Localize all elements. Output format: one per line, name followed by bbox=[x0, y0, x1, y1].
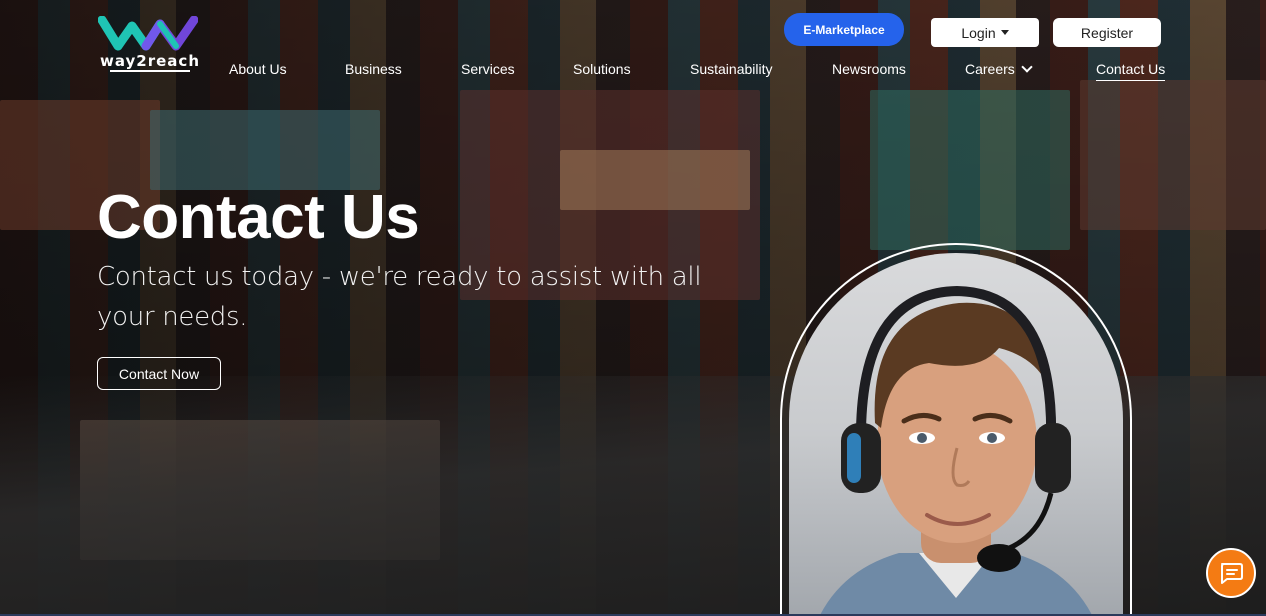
nav-item-services[interactable]: Services bbox=[461, 60, 515, 78]
nav-item-careers[interactable]: Careers bbox=[965, 60, 1033, 78]
chat-widget-button[interactable] bbox=[1206, 548, 1256, 598]
logo-underline bbox=[110, 70, 190, 72]
support-agent-photo bbox=[789, 253, 1123, 616]
nav-item-business[interactable]: Business bbox=[345, 60, 402, 78]
nav-item-about-us[interactable]: About Us bbox=[229, 60, 287, 78]
nav-item-sustainability[interactable]: Sustainability bbox=[690, 60, 773, 78]
nav-item-newsrooms[interactable]: Newsrooms bbox=[832, 60, 906, 78]
hero-subtitle: Contact us today - we're ready to assist… bbox=[97, 262, 702, 332]
register-button[interactable]: Register bbox=[1053, 18, 1161, 47]
chevron-down-icon bbox=[1021, 61, 1033, 73]
chat-icon bbox=[1221, 563, 1243, 584]
login-label: Login bbox=[961, 24, 996, 41]
nav-item-careers-label: Careers bbox=[965, 61, 1015, 77]
contact-now-button[interactable]: Contact Now bbox=[97, 357, 221, 390]
brand-logo[interactable]: way2reach bbox=[98, 16, 204, 74]
e-marketplace-button[interactable]: E-Marketplace bbox=[784, 13, 904, 46]
logo-mark-icon bbox=[98, 16, 198, 51]
nav-item-solutions[interactable]: Solutions bbox=[573, 60, 631, 78]
nav-item-contact-us[interactable]: Contact Us bbox=[1096, 60, 1166, 81]
support-agent-illustration bbox=[819, 285, 1093, 616]
caret-down-icon bbox=[1000, 30, 1009, 35]
page-title: Contact Us bbox=[97, 183, 420, 252]
login-dropdown-button[interactable]: Login bbox=[931, 18, 1039, 47]
logo-wordmark: way2reach bbox=[100, 52, 200, 70]
